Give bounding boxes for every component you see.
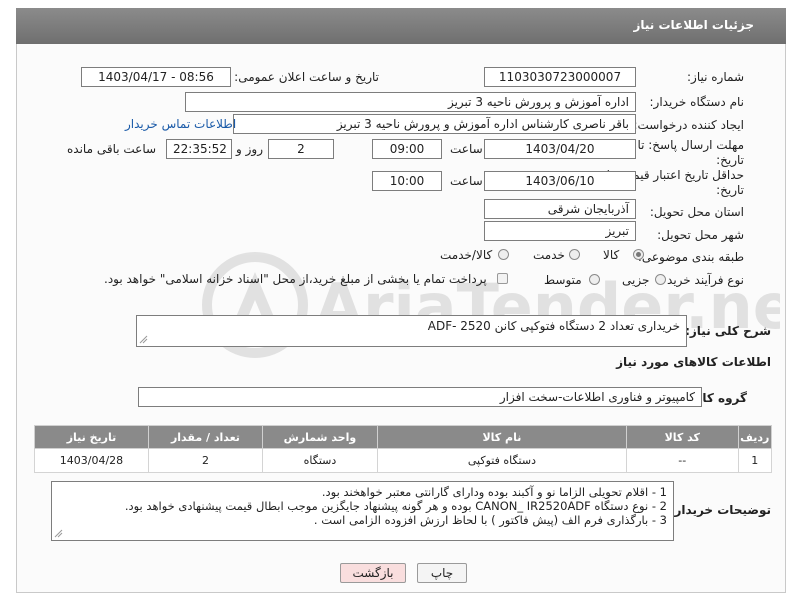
treasury-payment-note: پرداخت تمام یا بخشی از مبلغ خرید،از محل … — [104, 272, 487, 286]
category-option-goods: کالا — [603, 248, 620, 262]
col-header-unit: واحد شمارش — [261, 425, 378, 449]
cell-row-number: 1 — [737, 448, 773, 473]
process-option-medium: متوسط — [544, 273, 582, 287]
resize-grip-icon — [54, 529, 63, 538]
category-radio-goods[interactable] — [633, 249, 644, 260]
panel-header: جزئیات اطلاعات نیاز — [16, 8, 786, 44]
process-option-minor: جزیی — [622, 273, 650, 287]
city-field: تبریز — [484, 221, 636, 241]
col-header-name: نام کالا — [376, 425, 627, 449]
days-field: 2 — [268, 139, 334, 159]
col-header-row-number: ردیف — [737, 425, 773, 449]
cell-name: دستگاه فتوکپی — [376, 448, 627, 473]
requester-field: باقر ناصری کارشناس اداره آموزش و پرورش ن… — [233, 114, 636, 134]
summary-text: خریداری تعداد 2 دستگاه فتوکپی کانن 2520 … — [427, 319, 680, 333]
table-header-row: ردیف کد کالا نام کالا واحد شمارش تعداد /… — [34, 425, 773, 449]
price-validity-time-field: 10:00 — [372, 171, 442, 191]
print-button[interactable]: چاپ — [417, 563, 467, 583]
price-validity-date-field: 1403/06/10 — [484, 171, 636, 191]
col-header-need-date: تاریخ نیاز — [34, 425, 149, 449]
remaining-label: ساعت باقی مانده — [67, 142, 157, 156]
cell-code: -- — [625, 448, 739, 473]
summary-label: شرح کلی نیاز: — [685, 324, 771, 338]
cell-need-date: 1403/04/28 — [34, 448, 149, 473]
buyer-note-line: 3 - بارگذاری فرم الف (پیش فاکتور ) با لح… — [313, 513, 667, 527]
buyer-notes-label: توضیحات خریدار: — [669, 503, 771, 517]
col-header-code: کد کالا — [625, 425, 739, 449]
goods-section-title: اطلاعات کالاهای مورد نیاز — [616, 355, 771, 369]
cell-quantity: 2 — [147, 448, 263, 473]
category-radio-goods-service[interactable] — [498, 249, 509, 260]
response-time-field: 09:00 — [372, 139, 442, 159]
need-number-label: شماره نیاز: — [687, 70, 744, 84]
remaining-time-field: 22:35:52 — [166, 139, 232, 159]
announce-datetime-label: تاریخ و ساعت اعلان عمومی: — [234, 70, 379, 84]
summary-textarea[interactable]: خریداری تعداد 2 دستگاه فتوکپی کانن 2520 … — [136, 315, 687, 347]
city-label: شهر محل تحویل: — [657, 228, 744, 242]
buyer-contact-link[interactable]: اطلاعات تماس خریدار — [125, 117, 236, 131]
col-header-quantity: تعداد / مقدار — [147, 425, 263, 449]
days-label: روز و — [236, 142, 263, 156]
process-radio-minor[interactable] — [655, 274, 666, 285]
process-radio-medium[interactable] — [589, 274, 600, 285]
response-deadline-label-2: تاریخ: — [716, 153, 744, 167]
response-deadline-label: مهلت ارسال پاسخ: تا — [637, 138, 744, 152]
price-validity-label-2: تاریخ: — [716, 183, 744, 197]
buyer-note-line: 1 - اقلام تحویلی الزاما نو و آکبند بوده … — [321, 485, 667, 499]
price-validity-time-label: ساعت — [450, 174, 483, 188]
category-label: طبقه بندی موضوعی: — [637, 250, 744, 264]
table-row: 1 -- دستگاه فتوکپی دستگاه 2 1403/04/28 — [34, 448, 773, 473]
requester-label: ایجاد کننده درخواست: — [633, 118, 744, 132]
back-button[interactable]: بازگشت — [340, 563, 406, 583]
category-option-service: خدمت — [533, 248, 565, 262]
response-time-label: ساعت — [450, 142, 483, 156]
resize-grip-icon — [139, 335, 148, 344]
need-number-field: 1103030723000007 — [484, 67, 636, 87]
category-radio-service[interactable] — [569, 249, 580, 260]
purchase-process-label: نوع فرآیند خرید : — [659, 273, 744, 287]
buyer-org-field: اداره آموزش و پرورش ناحیه 3 تبریز — [185, 92, 636, 112]
category-option-goods-service: کالا/خدمت — [440, 248, 493, 262]
response-date-field: 1403/04/20 — [484, 139, 636, 159]
province-label: استان محل تحویل: — [649, 205, 744, 219]
treasury-payment-checkbox[interactable] — [497, 273, 508, 284]
announce-datetime-field: 1403/04/17 - 08:56 — [81, 67, 231, 87]
buyer-org-label: نام دستگاه خریدار: — [649, 95, 745, 109]
province-field: آذربایجان شرقی — [484, 199, 636, 219]
cell-unit: دستگاه — [261, 448, 378, 473]
items-table: ردیف کد کالا نام کالا واحد شمارش تعداد /… — [34, 425, 773, 473]
buyer-note-line: 2 - نوع دستگاه CANON_ IR2520ADF بوده و ه… — [124, 499, 667, 513]
goods-group-field: کامپیوتر و فناوری اطلاعات-سخت افزار — [138, 387, 702, 407]
buyer-notes-textarea[interactable]: 1 - اقلام تحویلی الزاما نو و آکبند بوده … — [51, 481, 674, 541]
page-title: جزئیات اطلاعات نیاز — [633, 18, 754, 32]
